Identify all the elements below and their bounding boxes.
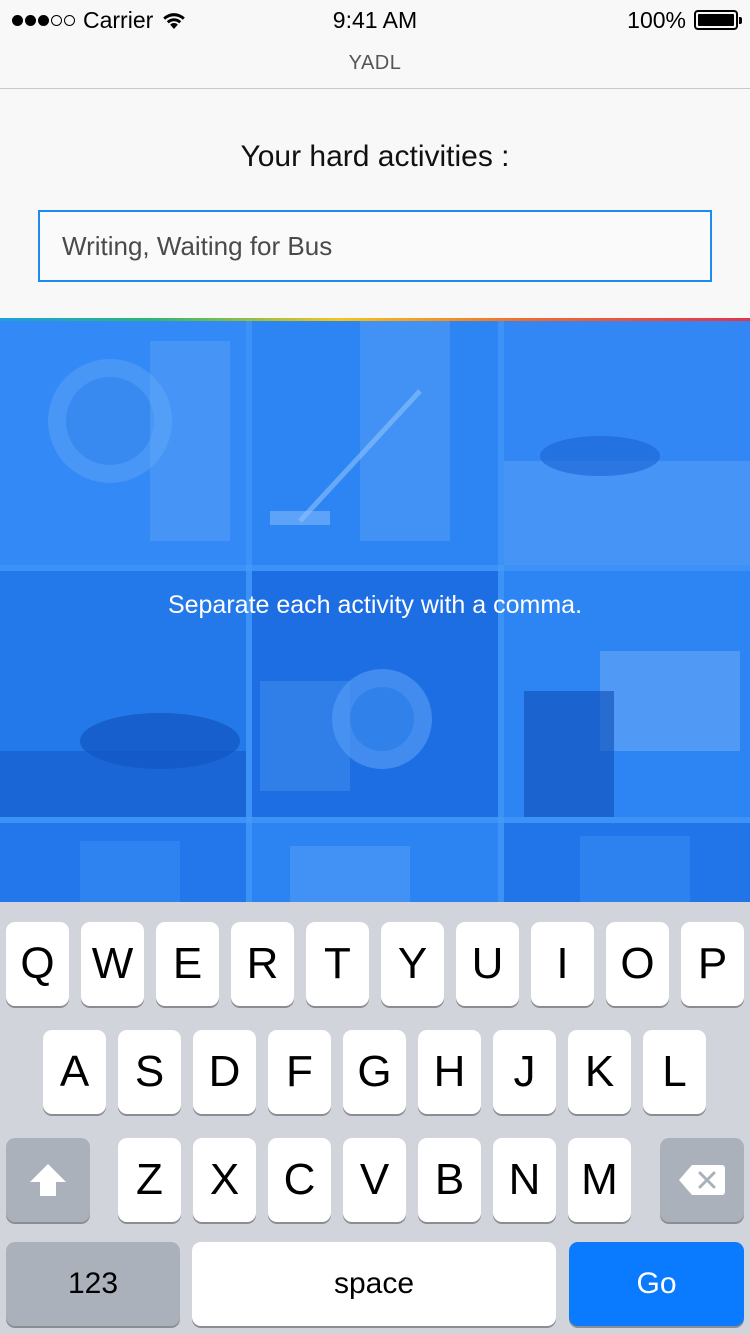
shift-key[interactable] [6, 1138, 90, 1222]
go-key[interactable]: Go [569, 1242, 744, 1326]
key-p[interactable]: P [681, 922, 744, 1006]
key-j[interactable]: J [493, 1030, 556, 1114]
key-d[interactable]: D [193, 1030, 256, 1114]
key-f[interactable]: F [268, 1030, 331, 1114]
key-i[interactable]: I [531, 922, 594, 1006]
key-h[interactable]: H [418, 1030, 481, 1114]
key-m[interactable]: M [568, 1138, 631, 1222]
key-v[interactable]: V [343, 1138, 406, 1222]
key-y[interactable]: Y [381, 922, 444, 1006]
key-t[interactable]: T [306, 922, 369, 1006]
navigation-bar: YADL [0, 40, 750, 89]
backspace-icon [679, 1165, 725, 1195]
key-c[interactable]: C [268, 1138, 331, 1222]
keyboard: 123 space Go QWERTYUIOP ASDFGHJKL ZXCVBNM [0, 902, 750, 1334]
shift-arrow-icon [30, 1164, 66, 1196]
space-key[interactable]: space [192, 1242, 556, 1326]
question-title: Your hard activities : [240, 140, 510, 173]
key-z[interactable]: Z [118, 1138, 181, 1222]
status-right: 100% [627, 6, 742, 34]
key-u[interactable]: U [456, 922, 519, 1006]
battery-percentage: 100% [627, 6, 686, 33]
key-a[interactable]: A [43, 1030, 106, 1114]
nav-title: YADL [348, 52, 402, 74]
key-q[interactable]: Q [6, 922, 69, 1006]
delete-key[interactable] [660, 1138, 744, 1222]
key-x[interactable]: X [193, 1138, 256, 1222]
key-n[interactable]: N [493, 1138, 556, 1222]
key-b[interactable]: B [418, 1138, 481, 1222]
question-area: Your hard activities : [0, 89, 750, 318]
key-s[interactable]: S [118, 1030, 181, 1114]
key-l[interactable]: L [643, 1030, 706, 1114]
key-k[interactable]: K [568, 1030, 631, 1114]
numbers-key[interactable]: 123 [6, 1242, 180, 1326]
hint-text: Separate each activity with a comma. [167, 591, 583, 619]
key-e[interactable]: E [156, 922, 219, 1006]
activities-input[interactable] [38, 210, 712, 282]
key-r[interactable]: R [231, 922, 294, 1006]
activity-photo-panel: Separate each activity with a comma. [0, 321, 750, 902]
status-bar: Carrier 9:41 AM 100% [0, 0, 750, 40]
battery-icon [694, 10, 742, 30]
key-w[interactable]: W [81, 922, 144, 1006]
key-g[interactable]: G [343, 1030, 406, 1114]
key-o[interactable]: O [606, 922, 669, 1006]
